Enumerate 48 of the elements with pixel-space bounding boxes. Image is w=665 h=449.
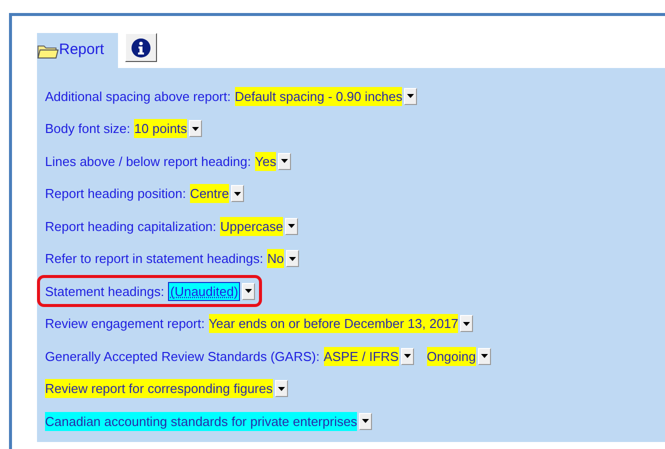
dropdown-button[interactable] [359, 412, 372, 430]
setting-label: Lines above / below report heading: [45, 152, 251, 171]
dropdown-value[interactable]: Review report for corresponding figures [45, 379, 273, 398]
dropdown-value[interactable]: Default spacing - 0.90 inches [234, 86, 402, 106]
dropdown-value[interactable]: Centre [190, 184, 229, 204]
setting-label: Statement headings: [45, 282, 164, 301]
dropdown-value[interactable]: Canadian accounting standards for private enterprises [45, 412, 358, 431]
caret-icon [278, 386, 285, 391]
setting-label: Generally Accepted Review Standards (GARS): [45, 348, 320, 366]
caret-icon [281, 159, 288, 164]
caret-icon [288, 224, 296, 228]
dropdown-value[interactable]: Ongoing [426, 346, 476, 366]
report-tab[interactable]: Report [37, 33, 118, 68]
info-tab[interactable] [125, 33, 158, 62]
dropdown-button[interactable] [242, 282, 256, 300]
caret-icon [288, 256, 296, 261]
caret-icon [234, 192, 241, 196]
caret-icon [407, 94, 414, 98]
dropdown-button[interactable] [278, 152, 292, 170]
dropdown-button[interactable] [460, 315, 474, 332]
caret-icon [480, 354, 488, 358]
setting-label: Additional spacing above report: [45, 88, 231, 106]
folder-icon [37, 42, 59, 58]
dropdown-value[interactable]: No [267, 249, 284, 268]
dropdown-button[interactable] [274, 380, 288, 398]
setting-label: Report heading position: [45, 185, 186, 203]
dropdown-value[interactable]: (Unaudited) [168, 282, 240, 301]
caret-icon [192, 126, 200, 131]
setting-label: Body font size: [45, 120, 130, 138]
caret-icon [404, 354, 411, 358]
info-icon [131, 38, 152, 58]
dropdown-button[interactable] [478, 348, 491, 365]
dropdown-button[interactable] [189, 120, 202, 138]
dropdown-value[interactable]: Year ends on or before December 13, 2017 [208, 314, 458, 334]
caret-icon [245, 289, 252, 294]
dropdown-button[interactable] [404, 88, 418, 105]
dropdown-button[interactable] [285, 218, 298, 235]
setting-label: Review engagement report: [45, 315, 205, 333]
setting-label: Report heading capitalization: [45, 218, 216, 236]
caret-icon [362, 419, 370, 424]
dropdown-value[interactable]: 10 points [134, 119, 188, 138]
dropdown-value[interactable]: Uppercase [220, 216, 284, 236]
dropdown-button[interactable] [230, 185, 244, 202]
dropdown-value[interactable]: Yes [254, 152, 276, 171]
dropdown-button[interactable] [400, 348, 414, 365]
caret-icon [463, 322, 470, 326]
setting-label: Refer to report in statement headings: [45, 250, 264, 268]
dropdown-button[interactable] [286, 250, 299, 268]
